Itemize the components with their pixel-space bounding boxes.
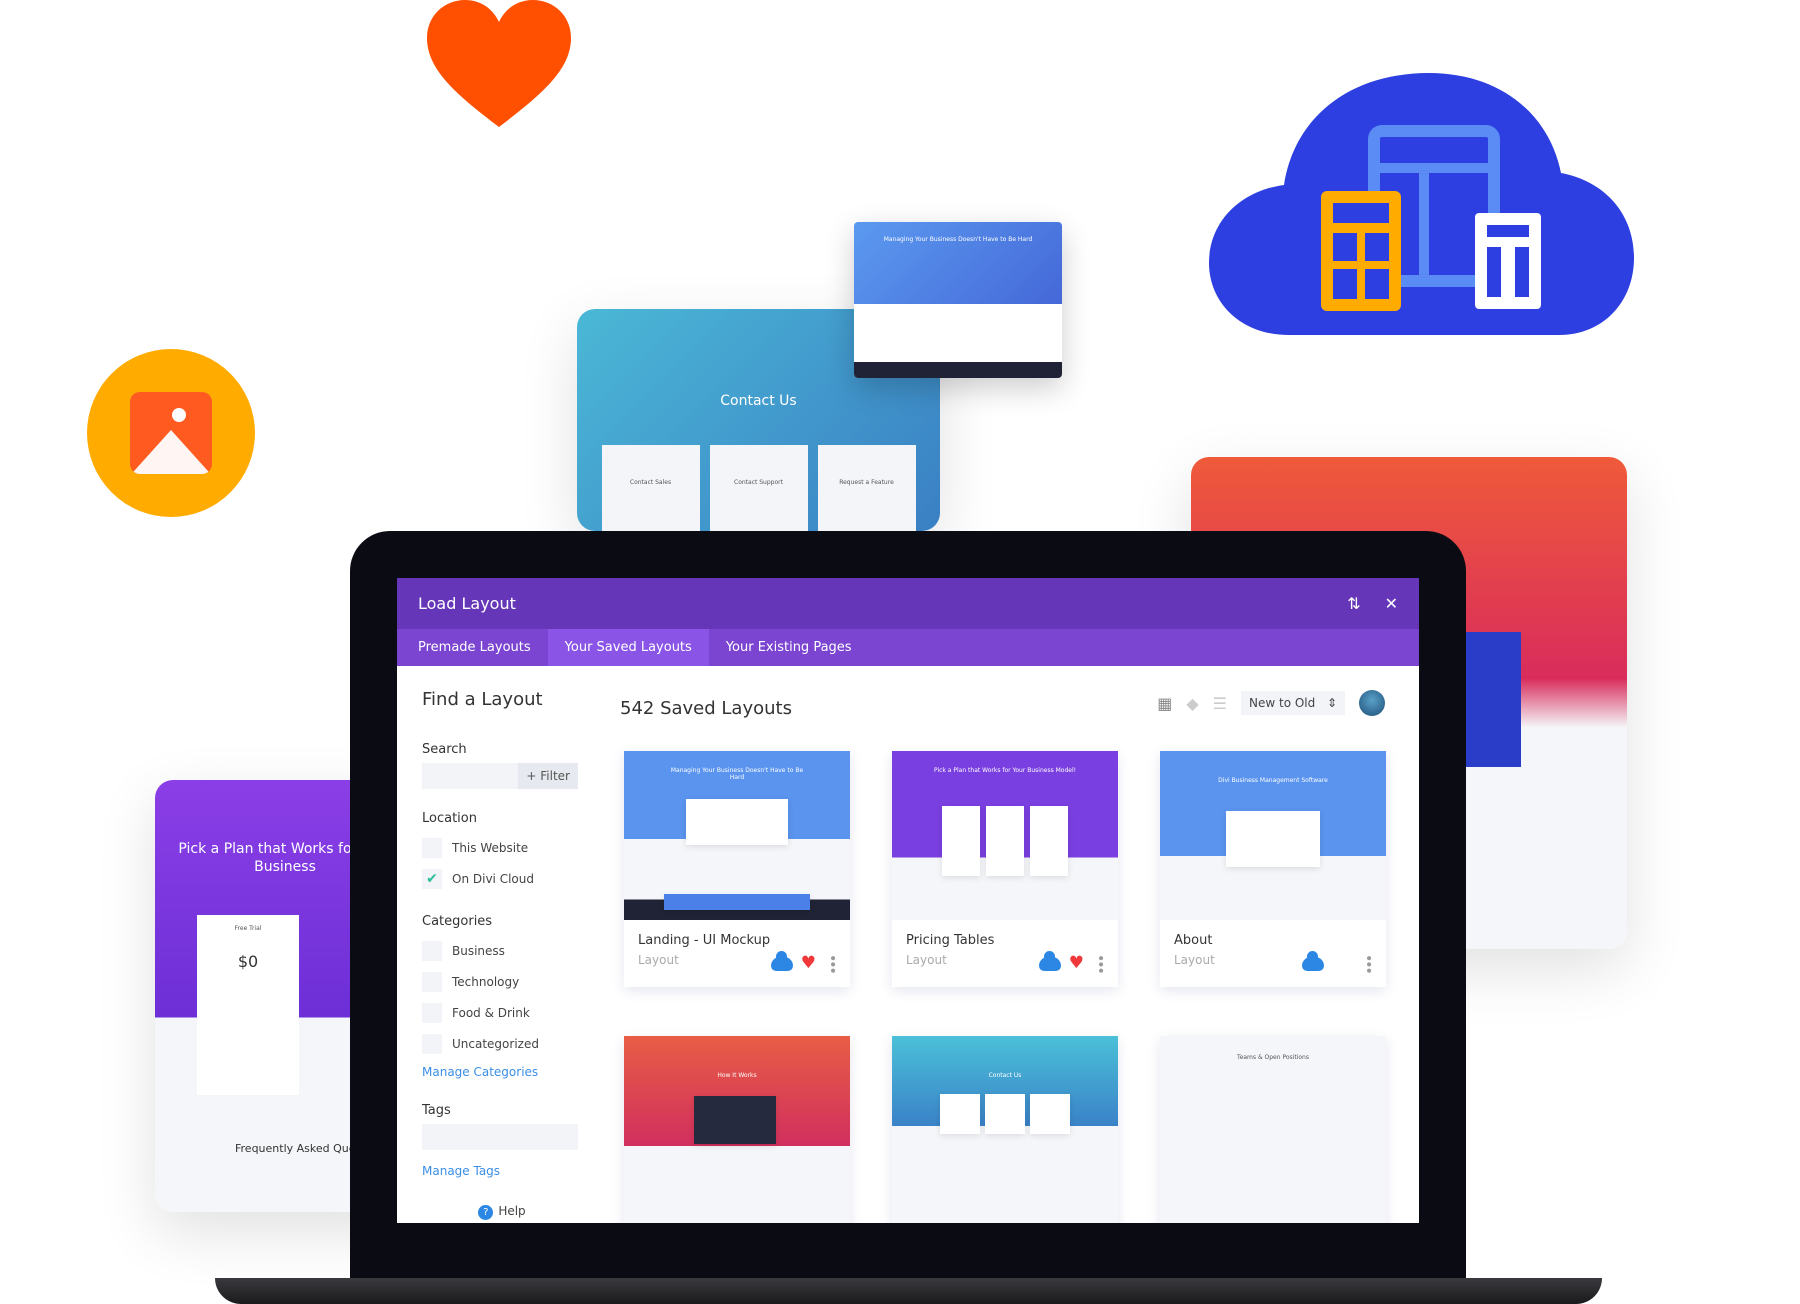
checkbox-label: Technology xyxy=(452,974,520,989)
saved-layouts-count: 542 Saved Layouts xyxy=(620,698,792,719)
laptop-base xyxy=(215,1278,1602,1304)
thumbnail-title: Teams & Open Positions xyxy=(1237,1054,1309,1061)
plan-name: Free Trial xyxy=(234,925,262,932)
tags-label: Tags xyxy=(422,1103,451,1118)
tag-icon[interactable]: ◆ xyxy=(1186,694,1198,713)
location-this-website[interactable]: This Website xyxy=(422,832,582,863)
sort-value: New to Old xyxy=(1249,696,1316,710)
select-arrows-icon: ⇕ xyxy=(1326,696,1337,710)
favorite-heart-icon[interactable]: ♥ xyxy=(801,955,816,972)
load-layout-modal: Load Layout ⇅ ✕ Premade Layouts Your Sav… xyxy=(397,578,1419,1223)
cloud-icon xyxy=(770,950,793,971)
category-technology[interactable]: Technology xyxy=(422,966,582,997)
thumbnail-title: Pick a Plan that Works for Your Business… xyxy=(933,767,1077,774)
filter-sidebar: Find a Layout Search + Filter Location T… xyxy=(422,689,582,1220)
landing-title: Managing Your Business Doesn't Have to B… xyxy=(854,222,1062,304)
checkbox-label: Business xyxy=(452,943,505,958)
layout-card[interactable]: Teams & Open Positions xyxy=(1160,1036,1386,1223)
layout-thumbnail: Managing Your Business Doesn't Have to B… xyxy=(624,751,850,920)
layout-card[interactable]: Managing Your Business Doesn't Have to B… xyxy=(624,751,850,987)
category-food-drink[interactable]: Food & Drink xyxy=(422,997,582,1028)
checkbox-label: On Divi Cloud xyxy=(452,871,534,886)
image-icon xyxy=(87,349,255,517)
modal-title: Load Layout xyxy=(418,594,516,613)
grid-icon[interactable]: ▦ xyxy=(1157,694,1172,713)
checkbox[interactable] xyxy=(422,971,442,992)
more-options-icon[interactable]: ••• xyxy=(1092,954,1108,973)
category-business[interactable]: Business xyxy=(422,935,582,966)
close-icon[interactable]: ✕ xyxy=(1385,594,1398,613)
layout-card[interactable]: Pick a Plan that Works for Your Business… xyxy=(892,751,1118,987)
location-on-divi-cloud[interactable]: ✔ On Divi Cloud xyxy=(422,863,582,894)
cloud-icon xyxy=(1038,950,1061,971)
contact-box: Request a Feature xyxy=(817,445,916,531)
thumbnail-title: Contact Us xyxy=(988,1072,1022,1079)
manage-categories-link[interactable]: Manage Categories xyxy=(422,1065,582,1079)
filter-button[interactable]: + Filter xyxy=(518,763,578,789)
layout-card[interactable]: How It Works xyxy=(624,1036,850,1223)
cloud-layout-icon xyxy=(1209,73,1634,335)
layout-name: Landing - UI Mockup xyxy=(638,933,771,948)
checkbox[interactable] xyxy=(422,1002,442,1023)
list-icon[interactable]: ☰ xyxy=(1213,694,1227,713)
location-label: Location xyxy=(422,811,477,826)
heart-icon xyxy=(427,0,571,127)
sidebar-heading: Find a Layout xyxy=(422,689,543,710)
categories-label: Categories xyxy=(422,914,493,929)
help-icon: ? xyxy=(478,1205,494,1220)
cloud-icon xyxy=(1302,950,1324,971)
checkbox[interactable] xyxy=(422,940,442,961)
thumbnail-title: Managing Your Business Doesn't Have to B… xyxy=(670,767,804,781)
help-label: Help xyxy=(498,1204,526,1218)
tab-your-existing-pages[interactable]: Your Existing Pages xyxy=(709,629,869,666)
search-label: Search xyxy=(422,742,467,757)
more-options-icon[interactable]: ••• xyxy=(824,954,840,973)
layout-thumbnail: Teams & Open Positions xyxy=(1160,1036,1386,1223)
plan-price: $0 xyxy=(237,952,259,971)
layout-card[interactable]: Divi Business Management Software About … xyxy=(1160,751,1386,987)
checkbox[interactable] xyxy=(422,837,442,858)
layout-name: About xyxy=(1174,933,1213,948)
help-button[interactable]: ? Help xyxy=(422,1204,582,1220)
contact-box: Contact Sales xyxy=(601,445,700,531)
avatar[interactable] xyxy=(1359,690,1385,716)
layout-thumbnail: Divi Business Management Software xyxy=(1160,751,1386,920)
thumbnail-title: Divi Business Management Software xyxy=(1218,777,1328,784)
more-options-icon[interactable]: ••• xyxy=(1360,954,1376,973)
layout-card[interactable]: Contact Us xyxy=(892,1036,1118,1223)
favorite-heart-icon[interactable]: ♥ xyxy=(1069,955,1084,972)
layout-thumbnail: Contact Us xyxy=(892,1036,1118,1223)
layout-name: Pricing Tables xyxy=(906,933,995,948)
check-icon[interactable]: ✔ xyxy=(422,868,442,889)
search-input[interactable] xyxy=(422,763,519,789)
checkbox[interactable] xyxy=(422,1033,442,1054)
landing-layout-preview: Managing Your Business Doesn't Have to B… xyxy=(854,222,1062,378)
layout-thumbnail: Pick a Plan that Works for Your Business… xyxy=(892,751,1118,920)
sort-select[interactable]: New to Old ⇕ xyxy=(1241,691,1345,715)
tags-input[interactable] xyxy=(422,1124,578,1150)
checkbox-label: Food & Drink xyxy=(452,1005,530,1020)
checkbox-label: This Website xyxy=(452,840,529,855)
tab-your-saved-layouts[interactable]: Your Saved Layouts xyxy=(547,629,709,666)
tab-premade-layouts[interactable]: Premade Layouts xyxy=(401,629,548,666)
thumbnail-title: How It Works xyxy=(717,1072,757,1079)
category-uncategorized[interactable]: Uncategorized xyxy=(422,1028,582,1059)
contact-box: Contact Support xyxy=(709,445,808,531)
sort-icon[interactable]: ⇅ xyxy=(1347,594,1360,613)
checkbox-label: Uncategorized xyxy=(452,1036,539,1051)
contact-title: Contact Us xyxy=(720,393,797,409)
layout-thumbnail: How It Works xyxy=(624,1036,850,1223)
manage-tags-link[interactable]: Manage Tags xyxy=(422,1164,582,1178)
